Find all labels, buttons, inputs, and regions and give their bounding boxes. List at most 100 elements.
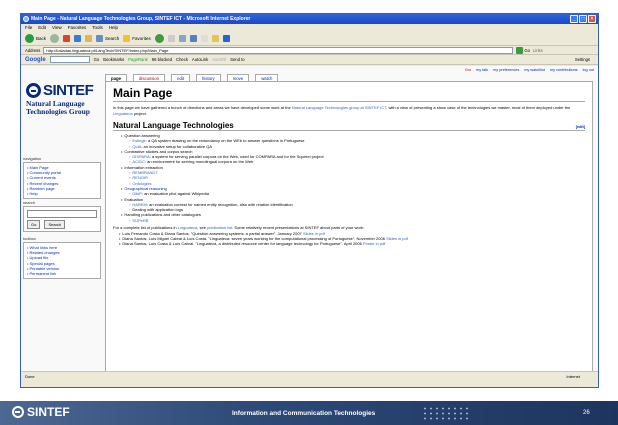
subtopic-item: SUPeRB: [129, 218, 585, 223]
topic-title: Evaluation: [124, 196, 144, 202]
standard-toolbar: Back Search Favorites: [21, 32, 598, 46]
status-text: Done: [25, 374, 35, 379]
publication-list-link[interactable]: publication list: [207, 225, 232, 230]
page-title: Main Page: [113, 86, 585, 102]
home-icon[interactable]: [85, 35, 93, 42]
send-to-button[interactable]: Send to: [230, 57, 244, 62]
menu-edit[interactable]: Edit: [38, 24, 46, 32]
menu-view[interactable]: View: [52, 24, 62, 32]
presentation-link[interactable]: Slides in pdf: [303, 231, 325, 236]
personal-contributions-link[interactable]: my contributions: [550, 68, 578, 72]
subtopic-link[interactable]: GikiP: [132, 191, 142, 196]
subtopic-list: SUPeRB: [129, 218, 585, 223]
autolink-button[interactable]: AutoLink: [192, 57, 208, 62]
google-logo: Google: [25, 56, 46, 63]
presentation-link[interactable]: Slides in pdf: [386, 236, 408, 241]
subtopic-link[interactable]: SUPeRB: [132, 218, 148, 223]
subtopic-link[interactable]: RENOIR: [132, 175, 148, 180]
logo-subtitle: Natural Language Technologies Group: [26, 99, 90, 116]
google-settings-button[interactable]: Settings: [575, 57, 590, 62]
bookmarks-button[interactable]: Bookmarks: [103, 57, 124, 62]
subtopic-link[interactable]: HAREM: [132, 202, 146, 207]
search-heading: search: [23, 200, 36, 205]
edit-icon[interactable]: [189, 35, 197, 42]
search-full-button[interactable]: Search: [44, 220, 66, 230]
sintef-footer-icon: [12, 406, 24, 418]
favorites-button[interactable]: Favorites: [123, 35, 151, 42]
back-button[interactable]: Back: [25, 34, 46, 43]
menu-file[interactable]: File: [25, 24, 32, 32]
subtopic-link[interactable]: DISPARA: [132, 154, 149, 159]
minimize-button[interactable]: _: [570, 15, 578, 23]
subtopic-link[interactable]: Ontologies: [132, 181, 151, 186]
sintef-logo-icon: [26, 83, 41, 98]
spellcheck-button[interactable]: Check: [176, 57, 188, 62]
window-title: Main Page - Natural Language Technologie…: [31, 16, 251, 22]
personal-watchlist-link[interactable]: my watchlist: [524, 68, 545, 72]
search-button[interactable]: Search: [96, 35, 119, 42]
linguateca-link[interactable]: Linguateca: [113, 111, 133, 116]
stop-icon[interactable]: [63, 35, 71, 42]
subtopic-text: : an inovative setup for collaborative Q…: [141, 143, 213, 149]
subtopic-link[interactable]: QolA: [132, 144, 141, 149]
logout-link[interactable]: log out: [583, 68, 594, 72]
history-icon[interactable]: [154, 34, 164, 43]
pagerank-indicator: PageRank: [128, 57, 148, 62]
toolbox-heading: toolbox: [23, 236, 36, 241]
wiki-search-input[interactable]: [27, 210, 97, 218]
star-icon: [123, 35, 131, 42]
nav-help[interactable]: Help: [27, 191, 97, 196]
autofill-button[interactable]: AutoFill: [212, 57, 226, 62]
navigation-portlet: Main Page Community portal Current event…: [23, 162, 101, 200]
mail-icon[interactable]: [167, 35, 175, 42]
site-logo[interactable]: SINTEF Natural Language Technologies Gro…: [26, 82, 100, 115]
address-field[interactable]: http://lusiadas.linguateca.pt/LangTech/S…: [43, 46, 514, 54]
presentation-text: Diana Santos, Luís Costa & Luís Cabral. …: [122, 241, 363, 247]
presentation-item: Diana Santos, Luís Costa & Luís Cabral. …: [119, 241, 585, 246]
folder-icon[interactable]: [211, 35, 219, 42]
section-edit-link[interactable]: [edit]: [576, 125, 585, 129]
search-go-button[interactable]: Go: [27, 220, 41, 230]
discuss-icon[interactable]: [200, 35, 208, 42]
google-toolbar: Google Go Bookmarks PageRank 96 blocked …: [21, 55, 598, 65]
forward-button[interactable]: [50, 34, 60, 43]
close-button[interactable]: ×: [588, 15, 596, 23]
google-go-button[interactable]: Go: [94, 57, 100, 62]
topic-title: Contrastive studies and corpus search: [124, 148, 193, 154]
personal-user-link[interactable]: Gro: [465, 68, 471, 72]
slide: Main Page - Natural Language Technologie…: [0, 0, 618, 425]
go-button[interactable]: Go: [516, 46, 530, 54]
main-content: Main Page In this page we have gathered …: [105, 81, 593, 380]
menu-favorites[interactable]: Favorites: [68, 24, 87, 32]
presentation-text: Luís Fernando Costa & Diana Santos. "Que…: [122, 230, 303, 236]
topics-list: Question answeringEsfinge: a QA system d…: [121, 133, 585, 223]
intro-paragraph: In this page we have gathered a bunch of…: [113, 105, 571, 116]
popup-blocker[interactable]: 96 blocked: [152, 57, 172, 62]
subtopic-list: REMBRANDTRENOIROntologies: [129, 170, 585, 186]
subtopic-link[interactable]: Esfinge: [132, 138, 145, 143]
presentation-link[interactable]: Poster in pdf: [363, 241, 385, 246]
messenger-icon[interactable]: [222, 35, 230, 42]
topic-title[interactable]: Geographical reasoning: [124, 186, 166, 191]
topic-item: Contrastive studies and corpus searchDIS…: [121, 149, 585, 165]
topic-item: Question answeringEsfinge: a QA system d…: [121, 133, 585, 149]
linguateca-publications-link[interactable]: Linguateca: [178, 225, 198, 230]
topic-title: Question answering: [124, 133, 160, 138]
go-arrow-icon: [516, 46, 524, 54]
personal-preferences-link[interactable]: my preferences: [493, 68, 519, 72]
nlt-group-link[interactable]: Natural Language Technologies group at S…: [292, 105, 386, 110]
maximize-button[interactable]: □: [579, 15, 587, 23]
footer-dot-pattern: [422, 406, 468, 420]
subtopic-link[interactable]: REMBRANDT: [132, 170, 157, 175]
section-heading: Natural Language Technologies [edit]: [113, 121, 585, 131]
tool-permanent-link[interactable]: Permanent link: [27, 271, 97, 276]
subtopic-link[interactable]: AC/DC: [132, 159, 144, 164]
links-label[interactable]: Links: [533, 48, 543, 53]
refresh-icon[interactable]: [74, 35, 82, 42]
menu-tools[interactable]: Tools: [92, 24, 103, 32]
personal-talk-link[interactable]: my talk: [476, 68, 488, 72]
print-icon[interactable]: [178, 35, 186, 42]
menu-help[interactable]: Help: [109, 24, 118, 32]
logo-name: SINTEF: [43, 82, 94, 99]
google-search-input[interactable]: [49, 56, 90, 63]
